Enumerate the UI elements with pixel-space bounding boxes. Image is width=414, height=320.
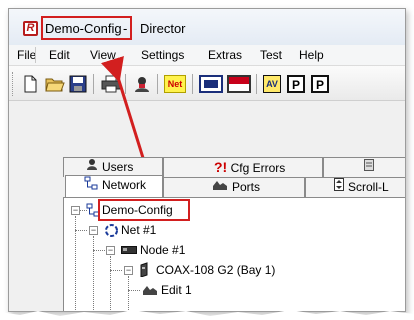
tree-line: [93, 250, 105, 251]
tab-users[interactable]: Users: [63, 157, 163, 177]
tab-scroll-label: Scroll-L: [348, 180, 389, 194]
ports-icon: [212, 178, 228, 197]
list-icon: [364, 158, 374, 177]
device-icon: [139, 262, 151, 280]
network-icon: [84, 176, 98, 196]
tree-highlight-box: [98, 199, 190, 221]
tab-cfg-errors[interactable]: ?! Cfg Errors: [163, 157, 323, 177]
tab-list[interactable]: [323, 157, 405, 177]
network-tree-panel: − Demo-Config − Net #1 − Node #1 − COAX-…: [63, 197, 405, 311]
tab-users-label: Users: [102, 160, 134, 174]
tree-line: [110, 270, 122, 271]
tab-scroll[interactable]: Scroll-L: [305, 177, 405, 197]
tree-item-edit-1[interactable]: Edit 1: [161, 283, 192, 297]
tab-cfg-errors-label: Cfg Errors: [230, 161, 286, 175]
tree-line: [110, 256, 111, 311]
tree-line: [128, 290, 140, 291]
tab-network-label: Network: [102, 178, 147, 193]
edit-icon: [142, 284, 158, 299]
tab-ports-label: Ports: [232, 180, 261, 194]
collapse-toggle[interactable]: −: [106, 246, 115, 255]
collapse-toggle[interactable]: −: [124, 266, 133, 275]
node-icon: [121, 244, 137, 259]
tree-item-node-1[interactable]: Node #1: [140, 243, 185, 257]
collapse-toggle[interactable]: −: [71, 206, 80, 215]
tab-ports[interactable]: Ports: [163, 177, 305, 197]
tree-item-coax[interactable]: COAX-108 G2 (Bay 1): [156, 263, 275, 277]
app-window: R Demo-Config - Director File Edit View …: [8, 8, 406, 312]
cfg-errors-icon: ?!: [214, 159, 228, 175]
collapse-toggle[interactable]: −: [89, 226, 98, 235]
tree-line: [75, 230, 87, 231]
scroll-icon: [334, 178, 344, 197]
tab-network[interactable]: Network: [65, 175, 163, 197]
torn-edge: [0, 310, 414, 320]
tree-line: [93, 236, 94, 311]
net-node-icon: [104, 223, 119, 241]
tree-item-net-1[interactable]: Net #1: [121, 223, 156, 237]
